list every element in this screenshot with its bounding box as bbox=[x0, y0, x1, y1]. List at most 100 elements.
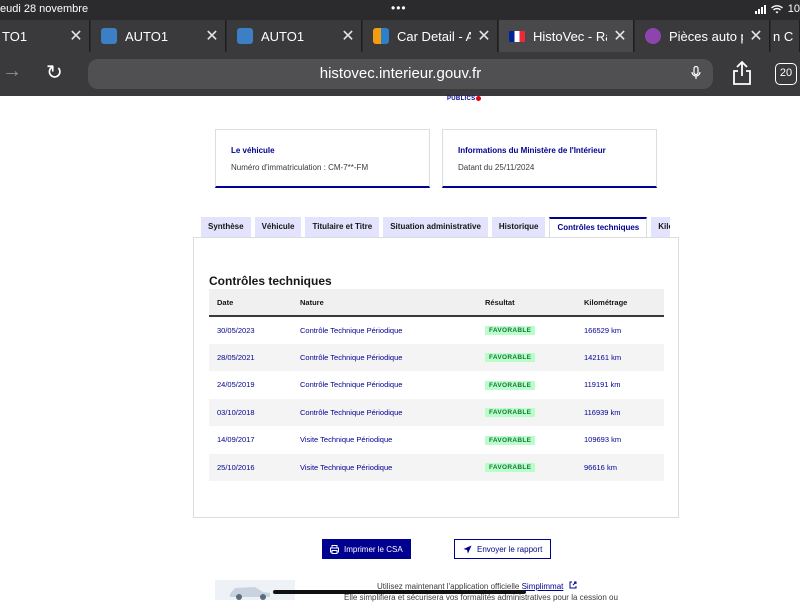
status-badge: FAVORABLE bbox=[485, 408, 536, 418]
battery-level: 10 bbox=[787, 3, 800, 15]
status-badge: FAVORABLE bbox=[485, 463, 536, 473]
promo-subtext: Elle simplifiera et sécurisera vos forma… bbox=[344, 593, 618, 602]
row-nature: Contrôle Technique Périodique bbox=[300, 325, 403, 335]
column-header-nature: Nature bbox=[300, 297, 324, 307]
url-text: histovec.interieur.gouv.fr bbox=[319, 65, 482, 82]
controles-panel: Contrôles techniques Date Nature Résulta… bbox=[193, 237, 679, 518]
tab-vehicule[interactable]: Véhicule bbox=[254, 217, 302, 237]
auto1-favicon-icon bbox=[101, 28, 117, 44]
close-tab-icon[interactable]: ✕ bbox=[63, 26, 89, 46]
tab-situation-administrative[interactable]: Situation administrative bbox=[383, 217, 488, 237]
row-date: 03/10/2018 bbox=[217, 407, 255, 417]
browser-tab-bar: TO1 ✕ AUTO1 ✕ AUTO1 ✕ Car Detail - Adi ✕… bbox=[0, 18, 800, 52]
ministry-card-title: Informations du Ministère de l'Intérieur bbox=[458, 146, 606, 155]
status-bar: eudi 28 novembre ••• 10 bbox=[0, 0, 800, 18]
microphone-icon[interactable] bbox=[691, 66, 701, 81]
status-badge: FAVORABLE bbox=[485, 353, 536, 363]
french-flag-icon bbox=[509, 30, 525, 42]
row-date: 14/09/2017 bbox=[217, 435, 255, 445]
table-row: 24/05/2019 Contrôle Technique Périodique… bbox=[209, 371, 664, 399]
row-date: 30/05/2023 bbox=[217, 325, 255, 335]
column-header-kilometrage: Kilométrage bbox=[584, 297, 628, 307]
send-report-button[interactable]: Envoyer le rapport bbox=[454, 539, 552, 559]
browser-tab-label: n C bbox=[773, 28, 794, 44]
tab-titulaire[interactable]: Titulaire et Titre bbox=[305, 217, 380, 237]
close-tab-icon[interactable]: ✕ bbox=[743, 26, 769, 46]
browser-tab-label: Pièces auto pas bbox=[669, 28, 743, 44]
table-header-row: Date Nature Résultat Kilométrage bbox=[209, 289, 664, 316]
table-row: 25/10/2016 Visite Technique Périodique F… bbox=[209, 453, 664, 481]
tab-synthese[interactable]: Synthèse bbox=[201, 217, 251, 237]
row-nature: Contrôle Technique Périodique bbox=[300, 352, 403, 362]
browser-tab-label: Car Detail - Adi bbox=[397, 28, 471, 44]
browser-tab-label: AUTO1 bbox=[125, 28, 169, 44]
close-tab-icon[interactable]: ✕ bbox=[199, 26, 225, 46]
tab-historique[interactable]: Historique bbox=[491, 217, 546, 237]
table-row: 03/10/2018 Contrôle Technique Périodique… bbox=[209, 398, 664, 426]
gov-logo-text: PUBLICS bbox=[447, 96, 476, 103]
row-nature: Contrôle Technique Périodique bbox=[300, 380, 403, 390]
tab-kilometrage[interactable]: Kilométrage bbox=[651, 217, 671, 237]
forward-arrow-icon[interactable]: → bbox=[2, 60, 22, 83]
car-detail-favicon-icon bbox=[373, 28, 389, 44]
row-km: 119191 km bbox=[584, 380, 621, 390]
row-nature: Visite Technique Périodique bbox=[300, 435, 393, 445]
status-date: eudi 28 novembre bbox=[0, 3, 89, 15]
table-row: 30/05/2023 Contrôle Technique Périodique… bbox=[209, 316, 664, 344]
row-km: 142161 km bbox=[584, 352, 622, 362]
auto1-favicon-icon bbox=[237, 28, 253, 44]
vehicle-card-title: Le véhicule bbox=[231, 146, 275, 155]
close-tab-icon[interactable]: ✕ bbox=[607, 26, 633, 46]
column-header-resultat: Résultat bbox=[485, 297, 515, 307]
parts-favicon-icon bbox=[645, 28, 661, 44]
browser-tab-1[interactable]: TO1 ✕ bbox=[0, 20, 90, 52]
external-link-icon[interactable] bbox=[569, 581, 577, 589]
row-date: 28/05/2021 bbox=[217, 352, 255, 362]
wifi-icon bbox=[770, 4, 783, 13]
browser-tab-label: HistoVec - Rapp bbox=[533, 28, 607, 44]
ministry-card: Informations du Ministère de l'Intérieur… bbox=[442, 129, 657, 188]
browser-tab-overflow[interactable]: n C bbox=[771, 20, 800, 52]
close-tab-icon[interactable]: ✕ bbox=[335, 26, 361, 46]
row-nature: Visite Technique Périodique bbox=[300, 462, 393, 472]
share-icon[interactable] bbox=[731, 60, 753, 86]
print-csa-label: Imprimer le CSA bbox=[344, 544, 403, 554]
browser-tab-6[interactable]: Pièces auto pas ✕ bbox=[635, 20, 770, 52]
status-badge: FAVORABLE bbox=[485, 435, 536, 445]
row-km: 166529 km bbox=[584, 325, 622, 335]
printer-icon bbox=[330, 544, 339, 554]
controles-table: Date Nature Résultat Kilométrage 30/05/2… bbox=[209, 289, 664, 481]
row-nature: Contrôle Technique Périodique bbox=[300, 407, 403, 417]
tab-count-button[interactable]: 20 bbox=[775, 63, 797, 85]
browser-toolbar: → ↻ histovec.interieur.gouv.fr 20 bbox=[0, 52, 800, 96]
report-tabs: Synthèse Véhicule Titulaire et Titre Sit… bbox=[201, 217, 671, 237]
signal-icon bbox=[754, 4, 766, 14]
row-km: 116939 km bbox=[584, 407, 621, 417]
row-km: 96616 km bbox=[584, 462, 617, 472]
row-date: 25/10/2016 bbox=[217, 462, 255, 472]
status-badge: FAVORABLE bbox=[485, 326, 536, 336]
row-date: 24/05/2019 bbox=[217, 380, 255, 390]
table-row: 28/05/2021 Contrôle Technique Périodique… bbox=[209, 343, 664, 371]
reload-icon[interactable]: ↻ bbox=[46, 60, 63, 85]
simplimmat-link[interactable]: Simplimmat bbox=[522, 582, 564, 591]
gov-logo-mark-icon bbox=[476, 96, 482, 101]
browser-tab-4[interactable]: Car Detail - Adi ✕ bbox=[363, 20, 498, 52]
registration-number: Numéro d'immatriculation : CM-7**-FM bbox=[231, 163, 369, 172]
browser-tab-3[interactable]: AUTO1 ✕ bbox=[227, 20, 362, 52]
multitasking-dots-icon[interactable]: ••• bbox=[391, 1, 407, 15]
table-row: 14/09/2017 Visite Technique Périodique F… bbox=[209, 426, 664, 454]
browser-tab-2[interactable]: AUTO1 ✕ bbox=[91, 20, 226, 52]
print-csa-button[interactable]: Imprimer le CSA bbox=[322, 539, 411, 559]
browser-tab-label: AUTO1 bbox=[261, 28, 305, 44]
vehicle-card: Le véhicule Numéro d'immatriculation : C… bbox=[215, 129, 430, 188]
browser-tab-5[interactable]: HistoVec - Rapp ✕ bbox=[499, 20, 634, 52]
send-report-label: Envoyer le rapport bbox=[477, 544, 543, 554]
close-tab-icon[interactable]: ✕ bbox=[471, 26, 497, 46]
data-date: Datant du 25/11/2024 bbox=[458, 163, 535, 172]
address-bar[interactable]: histovec.interieur.gouv.fr bbox=[88, 59, 713, 89]
send-arrow-icon bbox=[463, 545, 472, 553]
row-km: 109693 km bbox=[584, 435, 622, 445]
tab-controles-techniques[interactable]: Contrôles techniques bbox=[549, 217, 648, 237]
home-indicator[interactable] bbox=[273, 590, 526, 594]
